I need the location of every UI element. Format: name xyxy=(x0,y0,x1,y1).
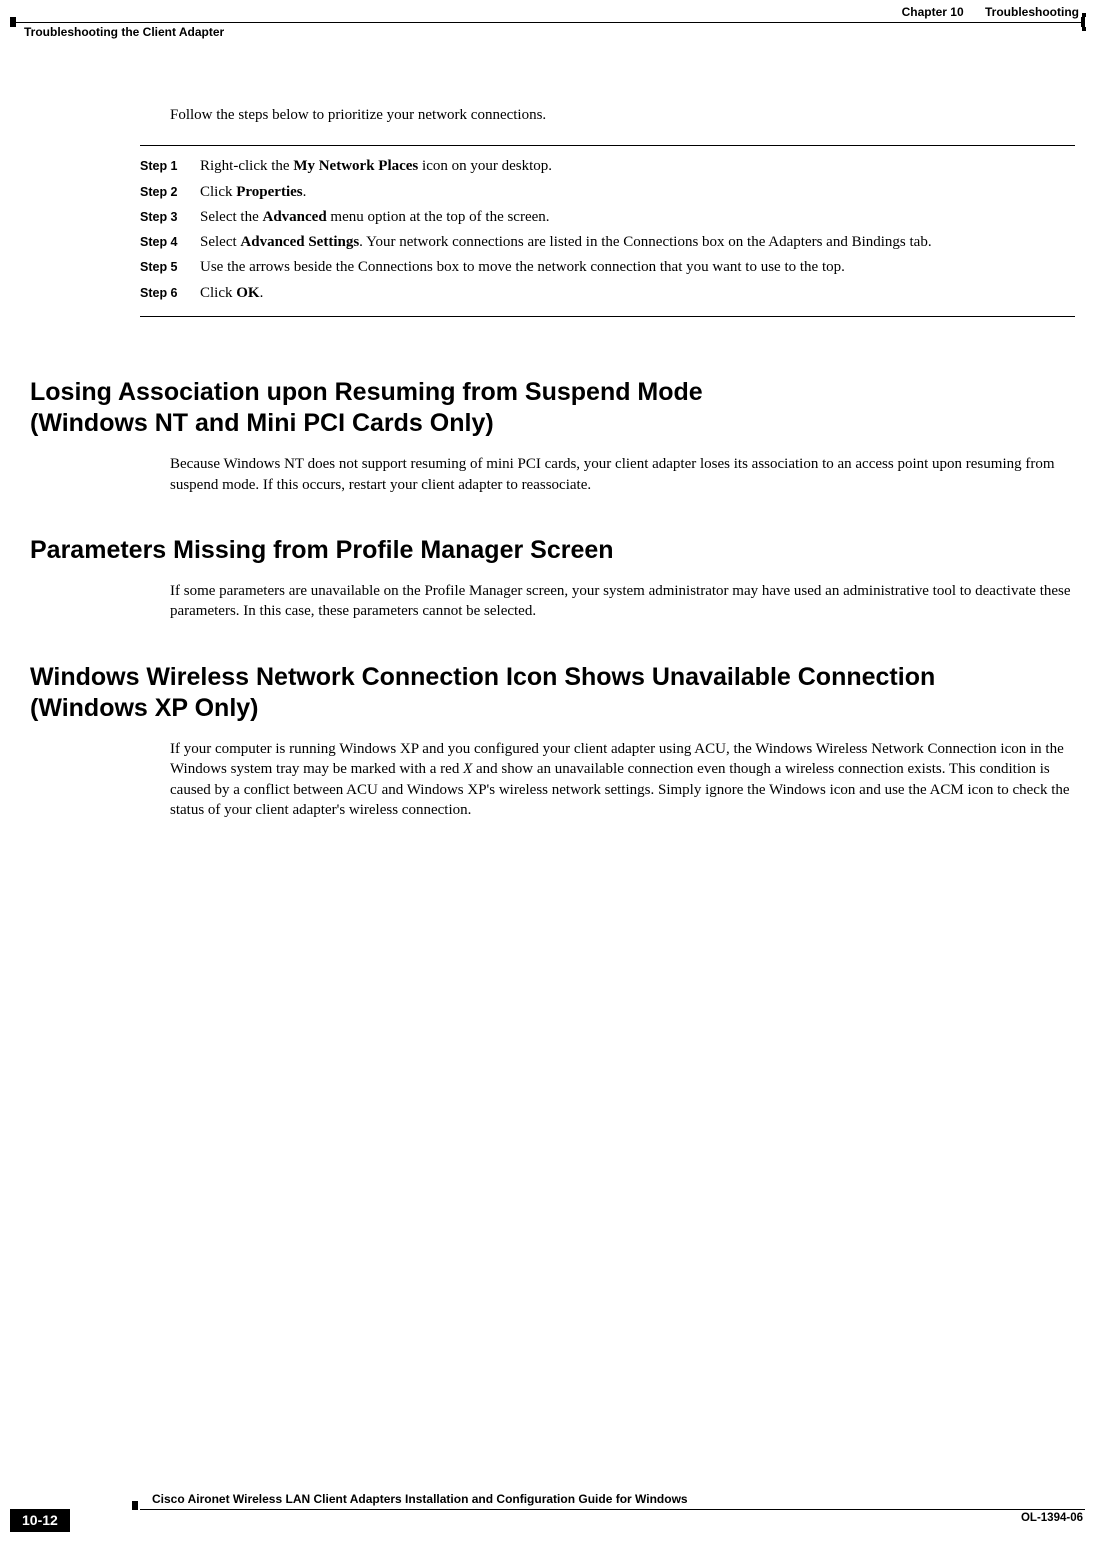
page-footer: Cisco Aironet Wireless LAN Client Adapte… xyxy=(10,1491,1085,1531)
step-label: Step 4 xyxy=(140,232,200,252)
step-list: Step 1 Right-click the My Network Places… xyxy=(140,145,1075,317)
step-text: Select the Advanced menu option at the t… xyxy=(200,207,1075,227)
section-heading: Windows Wireless Network Connection Icon… xyxy=(30,662,1075,725)
step-label: Step 1 xyxy=(140,156,200,176)
step-row: Step 1 Right-click the My Network Places… xyxy=(140,156,1075,176)
step-row: Step 5 Use the arrows beside the Connect… xyxy=(140,257,1075,277)
intro-paragraph: Follow the steps below to prioritize you… xyxy=(170,105,1075,125)
header-right-marker xyxy=(1081,17,1085,27)
footer-doc-id: OL-1394-06 xyxy=(1021,1511,1083,1527)
section-heading: Parameters Missing from Profile Manager … xyxy=(30,535,1075,566)
step-text: Use the arrows beside the Connections bo… xyxy=(200,257,1075,277)
header-chapter: Chapter 10 Troubleshooting xyxy=(902,4,1079,20)
chapter-title: Troubleshooting xyxy=(985,5,1079,19)
step-row: Step 4 Select Advanced Settings. Your ne… xyxy=(140,232,1075,252)
section-heading: Losing Association upon Resuming from Su… xyxy=(30,377,1075,440)
step-label: Step 5 xyxy=(140,257,200,277)
header-section-title: Troubleshooting the Client Adapter xyxy=(24,24,224,40)
footer-marker xyxy=(132,1501,138,1510)
step-row: Step 3 Select the Advanced menu option a… xyxy=(140,207,1075,227)
chapter-label: Chapter 10 xyxy=(902,5,964,19)
footer-page-number: 10-12 xyxy=(10,1509,70,1532)
footer-doc-title: Cisco Aironet Wireless LAN Client Adapte… xyxy=(140,1491,1085,1510)
step-label: Step 3 xyxy=(140,207,200,227)
header-rule xyxy=(10,22,1085,23)
step-text: Click Properties. xyxy=(200,182,1075,202)
page-header: Chapter 10 Troubleshooting Troubleshooti… xyxy=(10,4,1085,38)
step-text: Select Advanced Settings. Your network c… xyxy=(200,232,1075,252)
step-row: Step 2 Click Properties. xyxy=(140,182,1075,202)
section-body: If some parameters are unavailable on th… xyxy=(170,581,1075,622)
step-text: Click OK. xyxy=(200,283,1075,303)
step-text: Right-click the My Network Places icon o… xyxy=(200,156,1075,176)
step-label: Step 6 xyxy=(140,283,200,303)
step-row: Step 6 Click OK. xyxy=(140,283,1075,303)
section-body: Because Windows NT does not support resu… xyxy=(170,454,1075,495)
header-left-marker xyxy=(10,17,16,27)
step-label: Step 2 xyxy=(140,182,200,202)
page-content: Follow the steps below to prioritize you… xyxy=(30,90,1075,1469)
section-body: If your computer is running Windows XP a… xyxy=(170,739,1075,820)
